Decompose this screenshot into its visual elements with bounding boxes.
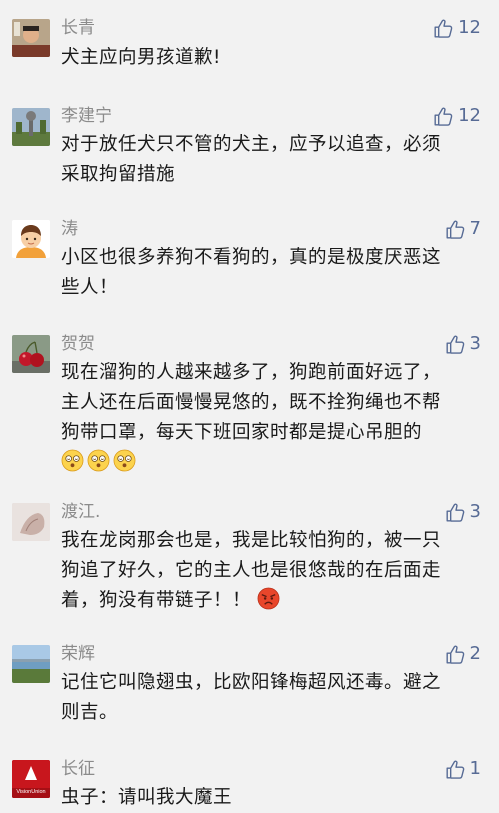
angry-face-emoji (257, 587, 280, 610)
like-button[interactable]: 2 (445, 643, 481, 665)
comment-text: 虫子：请叫我大魔王 (61, 787, 233, 808)
comment-text: 对于放任犬只不管的犬主，应予以追查，必须 采取拘留措施 (61, 134, 442, 185)
like-button[interactable]: 12 (433, 105, 481, 127)
commenter-name: 长征 (61, 759, 95, 779)
avatar[interactable]: VisionUnion (12, 760, 50, 798)
comment-text: 小区也很多养狗不看狗的，真的是极度厌恶这 些人！ (61, 247, 442, 298)
commenter-name: 渡江. (61, 502, 101, 522)
comment-text: 现在溜狗的人越来越多了，狗跑前面好远了， 主人还在后面慢慢晃悠的，既不拴狗绳也不… (61, 358, 481, 478)
comment-text: 记住它叫隐翅虫，比欧阳锋梅超风还毒。避之 则吉。 (61, 672, 442, 723)
thumbs-up-icon (445, 219, 466, 240)
commenter-name: 长青 (61, 18, 95, 38)
avatar[interactable] (12, 503, 50, 541)
thumbs-up-icon (433, 106, 454, 127)
like-count: 3 (469, 501, 481, 522)
thumbs-up-icon (445, 502, 466, 523)
dizzy-face-emoji (61, 449, 84, 472)
like-button[interactable]: 7 (445, 218, 481, 240)
commenter-name: 贺贺 (61, 334, 95, 354)
commenter-name: 涛 (61, 219, 78, 239)
like-count: 2 (469, 643, 481, 664)
thumbs-up-icon (445, 759, 466, 780)
comment-text: 我在龙岗那会也是，我是比较怕狗的，被一只 狗追了好久，它的主人也是很悠哉的在后面… (61, 530, 442, 611)
commenter-name: 李建宁 (61, 106, 112, 126)
like-count: 1 (469, 758, 481, 779)
like-button[interactable]: 3 (445, 333, 481, 355)
like-button[interactable]: 12 (433, 17, 481, 39)
avatar[interactable] (12, 108, 50, 146)
dizzy-face-emoji (113, 449, 136, 472)
thumbs-up-icon (445, 334, 466, 355)
avatar[interactable] (12, 220, 50, 258)
comment-text: 犬主应向男孩道歉! (61, 47, 221, 68)
dizzy-face-emoji (87, 449, 110, 472)
like-count: 7 (469, 218, 481, 239)
like-button[interactable]: 3 (445, 501, 481, 523)
thumbs-up-icon (433, 18, 454, 39)
like-count: 12 (458, 17, 481, 38)
avatar-logo-text: VisionUnion (16, 789, 46, 795)
commenter-name: 荣辉 (61, 644, 95, 664)
like-count: 3 (469, 333, 481, 354)
like-button[interactable]: 1 (445, 758, 481, 780)
thumbs-up-icon (445, 644, 466, 665)
avatar[interactable] (12, 19, 50, 57)
like-count: 12 (458, 105, 481, 126)
avatar[interactable] (12, 645, 50, 683)
avatar[interactable] (12, 335, 50, 373)
